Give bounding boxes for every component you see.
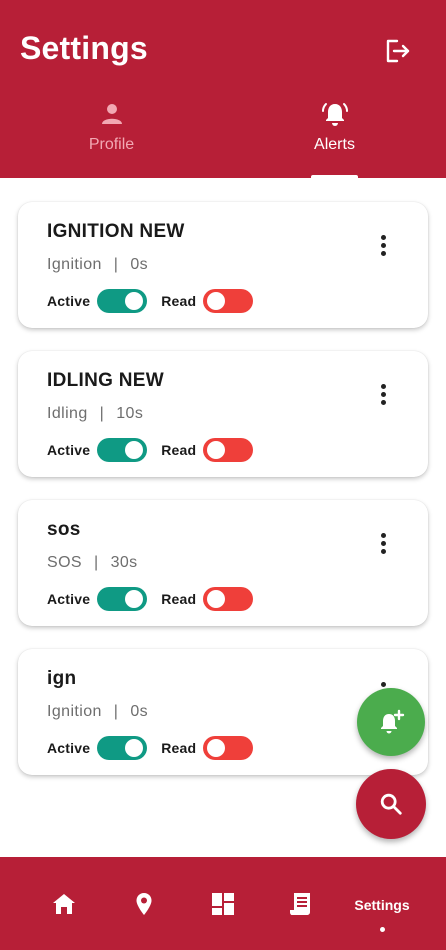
more-options-button[interactable]: [374, 530, 394, 560]
nav-location[interactable]: [124, 857, 164, 950]
alert-type: SOS: [47, 554, 82, 571]
alert-subtitle: Ignition | 0s: [47, 256, 148, 274]
active-nav-indicator: [379, 927, 385, 932]
page-title: Settings: [20, 30, 148, 66]
read-label: Read: [161, 293, 197, 309]
alert-subtitle: SOS | 30s: [47, 554, 138, 572]
active-toggle[interactable]: [97, 736, 148, 760]
active-label: Active: [47, 293, 91, 309]
toggle-knob: [125, 441, 144, 459]
alert-card[interactable]: IDLING NEW Idling | 10s Active Read: [18, 351, 428, 477]
add-alert-button[interactable]: [357, 688, 425, 756]
alert-card[interactable]: sos SOS | 30s Active Read: [18, 500, 428, 626]
tab-alerts[interactable]: Alerts: [223, 100, 446, 178]
toggle-knob: [125, 292, 144, 310]
alert-toggles: Active Read: [47, 734, 254, 762]
toggle-knob: [207, 739, 226, 757]
active-tab-indicator: [311, 175, 358, 179]
alert-duration: 0s: [130, 703, 149, 720]
alert-type: Idling: [47, 405, 88, 422]
toggle-knob: [125, 590, 144, 608]
alert-duration: 0s: [130, 256, 149, 273]
active-label: Active: [47, 740, 91, 756]
tab-profile[interactable]: Profile: [0, 100, 223, 178]
alert-toggles: Active Read: [47, 287, 254, 315]
toggle-knob: [207, 441, 226, 459]
logout-icon: [386, 39, 410, 63]
alert-subtitle: Ignition | 0s: [47, 703, 148, 721]
active-label: Active: [47, 591, 91, 607]
read-label: Read: [161, 591, 197, 607]
read-label: Read: [161, 442, 197, 458]
app-header: Settings Profile Alerts: [0, 0, 446, 179]
alert-card[interactable]: IGNITION NEW Ignition | 0s Active Read: [18, 202, 428, 328]
nav-reports[interactable]: [281, 857, 321, 950]
bell-ring-icon: [321, 103, 348, 126]
alert-separator: |: [99, 405, 105, 422]
active-toggle[interactable]: [97, 289, 148, 313]
toggle-knob: [125, 739, 144, 757]
alert-type: Ignition: [47, 703, 102, 720]
alert-type: Ignition: [47, 256, 102, 273]
alert-title: sos: [47, 519, 81, 540]
report-icon: [290, 892, 310, 915]
read-toggle[interactable]: [203, 438, 254, 462]
bottom-navigation: Settings: [0, 857, 446, 950]
alert-title: ign: [47, 668, 77, 689]
alert-duration: 30s: [110, 554, 138, 571]
read-toggle[interactable]: [203, 736, 254, 760]
search-icon: [380, 793, 402, 815]
alert-separator: |: [113, 256, 119, 273]
nav-home[interactable]: [44, 857, 84, 950]
read-toggle[interactable]: [203, 289, 254, 313]
nav-settings[interactable]: Settings: [344, 857, 420, 950]
active-label: Active: [47, 442, 91, 458]
alert-duration: 10s: [116, 405, 144, 422]
location-pin-icon: [136, 892, 152, 915]
nav-dashboard[interactable]: [203, 857, 243, 950]
alert-separator: |: [94, 554, 99, 571]
read-toggle[interactable]: [203, 587, 254, 611]
logout-button[interactable]: [383, 37, 411, 65]
alert-toggles: Active Read: [47, 436, 254, 464]
tab-alerts-label: Alerts: [314, 136, 355, 153]
alert-separator: |: [113, 703, 119, 720]
search-button[interactable]: [356, 769, 426, 839]
dashboard-icon: [212, 892, 234, 915]
toggle-knob: [207, 292, 226, 310]
nav-settings-label: Settings: [354, 897, 410, 913]
alert-subtitle: Idling | 10s: [47, 405, 143, 423]
more-options-button[interactable]: [374, 232, 394, 262]
person-icon: [101, 104, 122, 124]
active-toggle[interactable]: [97, 587, 148, 611]
tab-profile-label: Profile: [88, 136, 135, 153]
more-options-button[interactable]: [374, 381, 394, 411]
active-toggle[interactable]: [97, 438, 148, 462]
alert-title: IGNITION NEW: [47, 221, 185, 242]
add-alert-icon: [381, 709, 405, 734]
toggle-knob: [207, 590, 226, 608]
alert-title: IDLING NEW: [47, 370, 164, 391]
home-icon: [53, 893, 75, 914]
alert-toggles: Active Read: [47, 585, 254, 613]
read-label: Read: [161, 740, 197, 756]
